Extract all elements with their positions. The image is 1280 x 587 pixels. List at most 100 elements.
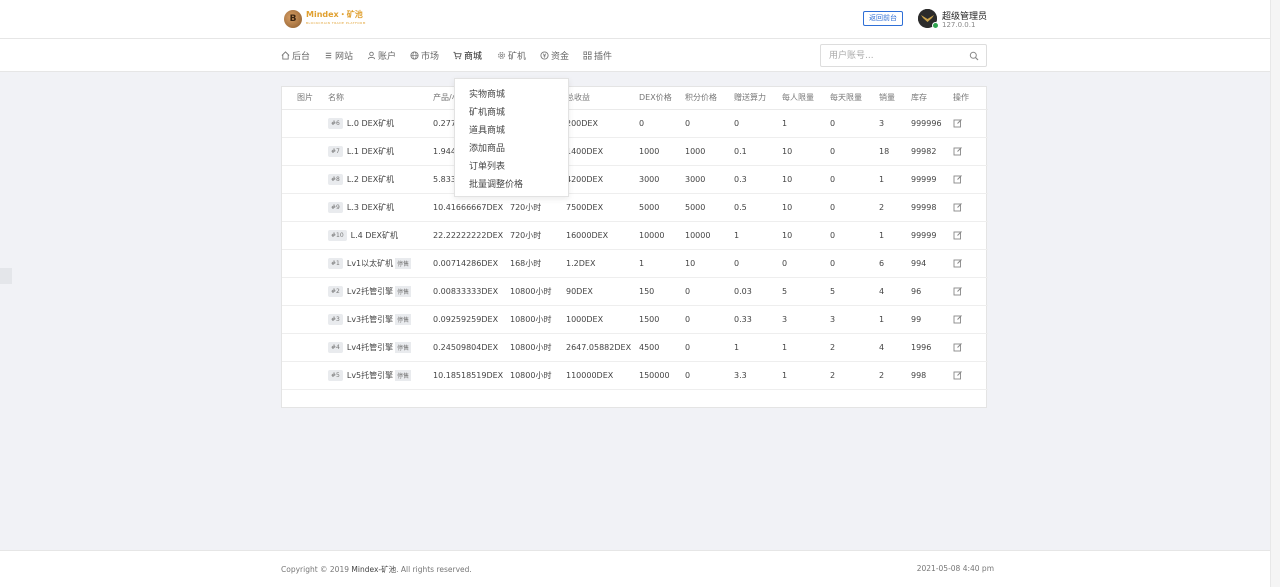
- menu-item-physical-mall[interactable]: 实物商城: [455, 86, 568, 104]
- column-header: 赠送算力: [734, 87, 782, 110]
- cell-power: 0.33: [734, 305, 782, 334]
- stopped-badge: 停售: [395, 285, 412, 297]
- logo[interactable]: B Mindex・矿池 BLOCKCHAIN TRADE PLATFORM: [284, 10, 366, 28]
- cell-per-user: 1: [782, 361, 830, 390]
- product-id-badge: #3: [328, 313, 343, 325]
- product-name: L.0 DEX矿机: [346, 118, 395, 128]
- cell-points: 10000: [685, 221, 734, 250]
- cell-per-user: 1: [782, 333, 830, 362]
- actions-cell: [953, 249, 988, 278]
- table-row: #5 Lv5托管引擎 停售 10.18518519DEX 10800小时 110000DE…: [282, 361, 988, 390]
- product-name: L.2 DEX矿机: [346, 174, 395, 184]
- logo-title: Mindex・矿池: [306, 10, 363, 19]
- cell-dex: 3000: [639, 165, 685, 194]
- footer-datetime: 2021-05-08 4:40 pm: [916, 564, 994, 573]
- cell-per-day: 2: [830, 361, 879, 390]
- cell-sold: 1: [879, 165, 911, 194]
- actions-cell: [953, 361, 988, 390]
- cell-sold: 1: [879, 221, 911, 250]
- home-icon: [281, 51, 290, 60]
- cell-power: 3.3: [734, 361, 782, 390]
- stopped-badge: 停售: [395, 257, 412, 269]
- cell-power: 0.1: [734, 137, 782, 166]
- cell-period: 10800小时: [510, 333, 566, 362]
- cell-period: 10800小时: [510, 361, 566, 390]
- scrollbar[interactable]: [1270, 0, 1280, 587]
- cell-stock: 99999: [911, 221, 953, 250]
- cell-total: 90DEX: [566, 277, 639, 306]
- cell-per-user: 10: [782, 137, 830, 166]
- top-header: B Mindex・矿池 BLOCKCHAIN TRADE PLATFORM 返回…: [0, 0, 1270, 39]
- column-header: 库存: [911, 87, 953, 110]
- menu-item-batch-price[interactable]: 批量调整价格: [455, 176, 568, 194]
- actions-cell: [953, 277, 988, 306]
- edit-icon[interactable]: [953, 370, 963, 380]
- cell-dex: 1000: [639, 137, 685, 166]
- nav-label: 商城: [464, 52, 483, 62]
- nav-item-dashboard[interactable]: 后台: [281, 49, 310, 62]
- product-id-badge: #6: [328, 117, 343, 129]
- cell-rate: 22.22222222DEX: [433, 221, 510, 250]
- cell-points: 0: [685, 305, 734, 334]
- edit-icon[interactable]: [953, 314, 963, 324]
- cell-per-day: 0: [830, 137, 879, 166]
- menu-item-order-list[interactable]: 订单列表: [455, 158, 568, 176]
- edit-icon[interactable]: [953, 286, 963, 296]
- actions-cell: [953, 109, 988, 138]
- product-name-cell: #10 L.4 DEX矿机: [328, 221, 433, 250]
- nav-item-mall[interactable]: 商城: [453, 49, 482, 62]
- cell-sold: 6: [879, 249, 911, 278]
- product-name-cell: #8 L.2 DEX矿机: [328, 165, 433, 194]
- column-header: 每天限量: [830, 87, 879, 110]
- edit-icon[interactable]: [953, 202, 963, 212]
- edit-icon[interactable]: [953, 174, 963, 184]
- edit-icon[interactable]: [953, 342, 963, 352]
- cell-rate: 10.18518519DEX: [433, 361, 510, 390]
- cell-dex: 0: [639, 109, 685, 138]
- edit-icon[interactable]: [953, 230, 963, 240]
- nav-label: 矿机: [508, 52, 527, 62]
- nav-item-market[interactable]: 市场: [410, 49, 439, 62]
- back-to-frontend-button[interactable]: 返回前台: [863, 11, 903, 26]
- cell-points: 0: [685, 109, 734, 138]
- cell-points: 1000: [685, 137, 734, 166]
- product-name: L.4 DEX矿机: [350, 230, 398, 240]
- menu-item-miner-mall[interactable]: 矿机商城: [455, 104, 568, 122]
- sidebar-toggle[interactable]: [0, 268, 12, 284]
- search-input[interactable]: [821, 45, 961, 66]
- product-name: Lv1以太矿机: [346, 258, 394, 268]
- cell-points: 10: [685, 249, 734, 278]
- footer-brand-link[interactable]: Mindex-矿池: [351, 565, 396, 574]
- cell-per-day: 0: [830, 165, 879, 194]
- avatar[interactable]: [918, 9, 939, 29]
- footer: Copyright © 2019 Mindex-矿池. All rights r…: [0, 550, 1270, 587]
- product-image-cell: [282, 277, 328, 306]
- nav-item-miner[interactable]: 矿机: [497, 49, 526, 62]
- nav-item-account[interactable]: 账户: [367, 49, 396, 62]
- cell-per-user: 10: [782, 193, 830, 222]
- product-id-badge: #2: [328, 285, 343, 297]
- edit-icon[interactable]: [953, 258, 963, 268]
- coin-icon: [540, 51, 549, 60]
- menu-item-props-mall[interactable]: 道具商城: [455, 122, 568, 140]
- mall-dropdown-menu: 实物商城 矿机商城 道具商城 添加商品 订单列表 批量调整价格: [454, 78, 569, 197]
- nav-item-website[interactable]: 网站: [324, 49, 353, 62]
- globe-icon: [410, 51, 419, 60]
- cell-stock: 99998: [911, 193, 953, 222]
- cell-stock: 96: [911, 277, 953, 306]
- cell-dex: 10000: [639, 221, 685, 250]
- product-name: Lv4托管引擎: [346, 342, 394, 352]
- cell-stock: 999996: [911, 109, 953, 138]
- nav-item-plugins[interactable]: 插件: [583, 49, 612, 62]
- edit-icon[interactable]: [953, 146, 963, 156]
- cell-points: 0: [685, 333, 734, 362]
- table-row: #2 Lv2托管引擎 停售 0.00833333DEX 10800小时 90DEX 150 0…: [282, 277, 988, 306]
- cell-dex: 1: [639, 249, 685, 278]
- menu-item-add-product[interactable]: 添加商品: [455, 140, 568, 158]
- cell-per-day: 0: [830, 221, 879, 250]
- edit-icon[interactable]: [953, 118, 963, 128]
- product-id-badge: #4: [328, 341, 343, 353]
- nav-item-funds[interactable]: 资金: [540, 49, 569, 62]
- search-icon[interactable]: [969, 51, 979, 61]
- product-name: L.1 DEX矿机: [346, 146, 395, 156]
